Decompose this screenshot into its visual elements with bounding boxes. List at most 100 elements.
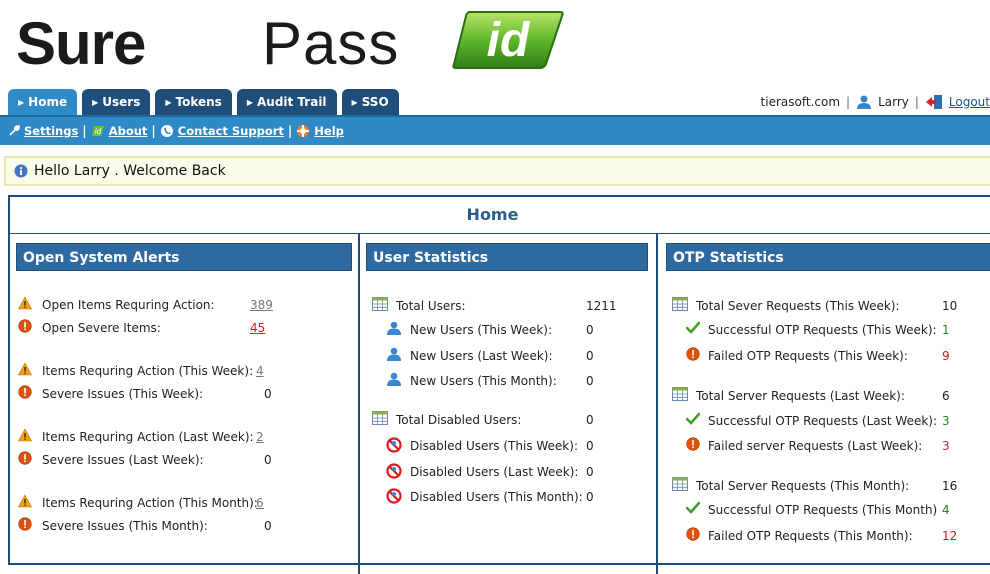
warning-icon	[17, 494, 33, 508]
stat-label: Failed OTP Requests (This Week):	[708, 349, 908, 363]
stat-value: 1	[942, 323, 950, 337]
stat-value: 0	[264, 387, 272, 401]
stat-label: Failed server Requests (Last Week):	[708, 439, 923, 453]
divider	[10, 233, 990, 234]
separator: |	[846, 95, 851, 109]
stat-label: Items Requring Action (This Week):	[42, 364, 254, 378]
stat-label: Items Requring Action (Last Week):	[42, 430, 254, 444]
tab-home-label: Home	[28, 95, 68, 109]
disabled-icon	[386, 437, 402, 453]
stat-value[interactable]: 45	[250, 321, 265, 335]
warning-icon	[17, 362, 33, 376]
stat-label: Successful OTP Requests (This Month)	[708, 503, 938, 517]
stat-value: 0	[586, 439, 594, 453]
settings-link[interactable]: Settings	[24, 124, 78, 138]
info-icon	[14, 164, 28, 178]
welcome-text: Hello Larry . Welcome Back	[34, 163, 226, 179]
stat-label: Items Requring Action (This Month):	[42, 496, 258, 510]
stat-value[interactable]: 389	[250, 298, 273, 312]
stat-value: 9	[942, 349, 950, 363]
stat-value: 0	[586, 413, 594, 427]
check-icon	[685, 412, 701, 426]
error-icon	[686, 347, 700, 361]
about-icon: id	[91, 126, 104, 136]
stat-label: Total Server Requests (This Month):	[696, 479, 910, 493]
stat-label: New Users (This Month):	[410, 374, 557, 388]
welcome-message: Hello Larry . Welcome Back	[4, 156, 990, 186]
tab-users-label: Users	[102, 95, 141, 109]
separator: |	[82, 124, 87, 138]
alerts-panel: Open System Alerts Open Items Requring A…	[16, 243, 352, 573]
user-icon	[857, 95, 872, 109]
table-icon	[672, 297, 688, 311]
stat-label: Disabled Users (This Month):	[410, 490, 583, 504]
check-icon	[685, 321, 701, 335]
check-icon	[685, 501, 701, 515]
help-link[interactable]: Help	[314, 124, 344, 138]
tab-audit-trail[interactable]: ▶ Audit Trail	[236, 89, 337, 115]
stat-value[interactable]: 6	[256, 496, 264, 510]
stat-label: Open Severe Items:	[42, 321, 161, 335]
tab-tokens[interactable]: ▶ Tokens	[155, 89, 232, 115]
stat-value: 0	[264, 519, 272, 533]
stat-value: 12	[942, 529, 958, 543]
tab-home[interactable]: ▶ Home	[8, 89, 78, 115]
stat-value: 0	[586, 374, 594, 388]
surepass-logo: Sure Pass id	[16, 6, 576, 76]
column-divider	[358, 234, 360, 574]
table-icon	[372, 297, 388, 311]
stat-label: Disabled Users (This Week):	[410, 439, 578, 453]
user-icon	[386, 372, 401, 386]
stat-label: Total Users:	[396, 299, 466, 313]
contact-support-link[interactable]: Contact Support	[178, 124, 284, 138]
tab-sso-label: SSO	[361, 95, 389, 109]
stat-value: 10	[942, 299, 958, 313]
stat-label: Successful OTP Requests (This Week):	[708, 323, 937, 337]
stat-label: New Users (Last Week):	[410, 349, 553, 363]
error-icon	[18, 517, 32, 531]
separator: |	[151, 124, 156, 138]
page-title: Home	[466, 205, 519, 224]
stat-label: Severe Issues (This Month):	[42, 519, 208, 533]
logout-link[interactable]: Logout	[949, 95, 990, 109]
wrench-icon	[9, 125, 20, 136]
tab-sso[interactable]: ▶ SSO	[341, 89, 399, 115]
home-panel: Home Open System Alerts Open Items Requr…	[8, 195, 990, 574]
logo-id-badge: id	[452, 11, 564, 69]
stat-label: Severe Issues (Last Week):	[42, 453, 204, 467]
stat-value[interactable]: 2	[256, 430, 264, 444]
stat-label: Total Sever Requests (This Week):	[696, 299, 900, 313]
about-link[interactable]: About	[109, 124, 148, 138]
stat-label: Total Disabled Users:	[396, 413, 522, 427]
stat-label: Disabled Users (Last Week):	[410, 465, 579, 479]
help-icon	[297, 125, 310, 137]
separator: |	[287, 124, 293, 138]
stat-value: 0	[264, 453, 272, 467]
disabled-icon	[386, 463, 402, 479]
stat-value: 4	[942, 503, 950, 517]
logo-text-pass: Pass	[262, 10, 400, 77]
main-tabs: ▶ Home ▶ Users ▶ Tokens ▶ Audit Trail ▶ SSO	[8, 89, 399, 115]
otp-stats-panel-title: OTP Statistics	[666, 243, 990, 271]
stat-value: 1211	[586, 299, 617, 313]
error-icon	[18, 319, 32, 333]
table-icon	[372, 411, 388, 425]
stat-value: 0	[586, 465, 594, 479]
table-icon	[672, 387, 688, 401]
user-info-bar: tierasoft.com | Larry | Logout	[761, 94, 990, 110]
stat-label: New Users (This Week):	[410, 323, 553, 337]
warning-icon	[17, 428, 33, 442]
stat-value: 3	[942, 414, 950, 428]
stat-value[interactable]: 4	[256, 364, 264, 378]
domain-label: tierasoft.com	[760, 95, 841, 109]
user-icon	[386, 347, 401, 361]
username-label: Larry	[878, 95, 909, 109]
stat-label: Total Server Requests (Last Week):	[696, 389, 905, 403]
logout-icon[interactable]	[925, 94, 943, 110]
toolbar: Settings | id About | Contact Support | …	[0, 115, 990, 145]
error-icon	[18, 451, 32, 465]
tab-users[interactable]: ▶ Users	[82, 89, 151, 115]
warning-icon	[17, 296, 33, 310]
otp-stats-panel: OTP Statistics Total Sever Requests (Thi…	[666, 243, 990, 573]
stat-value: 3	[942, 439, 950, 453]
